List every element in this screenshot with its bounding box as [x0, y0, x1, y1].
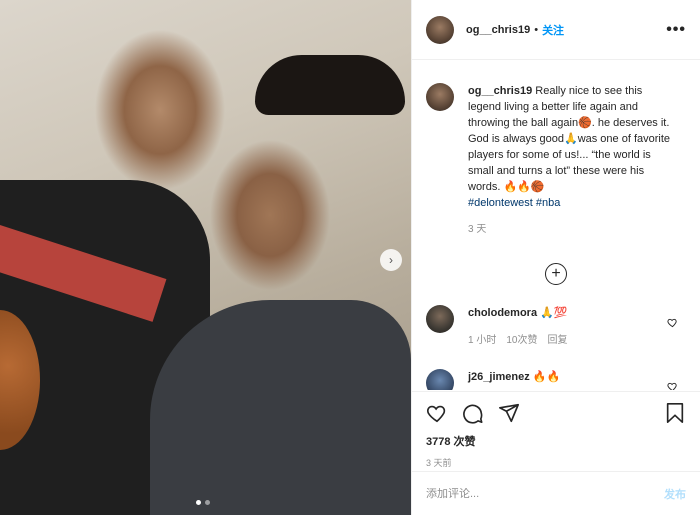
add-comment-bar: 发布 [412, 471, 700, 515]
comment-username[interactable]: cholodemora [468, 307, 537, 319]
post-actions: 3778 次赞 3 天前 [412, 391, 700, 471]
instagram-post: › og__chris19 • 关注 ••• og__chris19 Reall… [0, 0, 700, 515]
heart-icon[interactable] [426, 402, 448, 424]
avatar[interactable] [426, 369, 454, 390]
caption-text: Really nice to see this legend living a … [468, 85, 671, 193]
share-icon[interactable] [498, 402, 520, 424]
post-time[interactable]: 3 天前 [426, 456, 686, 469]
username-link[interactable]: og__chris19 [466, 24, 530, 36]
comment-icon[interactable] [462, 402, 484, 424]
avatar[interactable] [426, 305, 454, 333]
comment-time[interactable]: 1 小时 [468, 333, 496, 349]
more-options-icon[interactable]: ••• [666, 21, 686, 39]
caption-hashtags[interactable]: #delontewest #nba [468, 195, 673, 211]
comment-username[interactable]: j26_jimenez [468, 371, 530, 383]
reply-button[interactable]: 回复 [547, 333, 567, 349]
carousel-dot [205, 500, 210, 505]
post-side-panel: og__chris19 • 关注 ••• og__chris19 Really … [411, 0, 700, 515]
post-comment-button[interactable]: 发布 [664, 486, 686, 502]
avatar[interactable] [426, 15, 454, 44]
follow-button[interactable]: 关注 [542, 22, 564, 38]
caption-time: 3 天 [468, 224, 487, 235]
photo-shape [150, 300, 411, 515]
separator-dot: • [534, 23, 539, 36]
comment-input[interactable] [426, 487, 664, 500]
bookmark-icon[interactable] [664, 402, 686, 424]
post-photo[interactable]: › [0, 0, 411, 515]
carousel-next-button[interactable]: › [380, 249, 402, 271]
comment-likes[interactable]: 10次赞 [506, 333, 537, 349]
load-more-comments[interactable]: + [426, 263, 686, 285]
comment-text: 🙏💯 [540, 307, 568, 319]
comments-list[interactable]: og__chris19 Really nice to see this lege… [412, 61, 700, 390]
avatar[interactable] [426, 83, 454, 111]
photo-shape [255, 55, 405, 115]
plus-circle-icon[interactable]: + [545, 263, 567, 285]
caption-username[interactable]: og__chris19 [468, 85, 532, 97]
heart-icon[interactable] [667, 317, 678, 328]
comment-item: cholodemora 🙏💯 1 小时 10次赞 回复 [426, 305, 686, 349]
carousel-indicator [196, 500, 210, 505]
carousel-dot [196, 500, 201, 505]
heart-icon[interactable] [667, 381, 678, 390]
comment-item: j26_jimenez 🔥🔥 [426, 369, 686, 390]
post-caption: og__chris19 Really nice to see this lege… [426, 83, 686, 238]
post-header: og__chris19 • 关注 ••• [412, 0, 700, 60]
likes-count[interactable]: 3778 次赞 [426, 433, 686, 449]
comment-text: 🔥🔥 [532, 371, 561, 383]
